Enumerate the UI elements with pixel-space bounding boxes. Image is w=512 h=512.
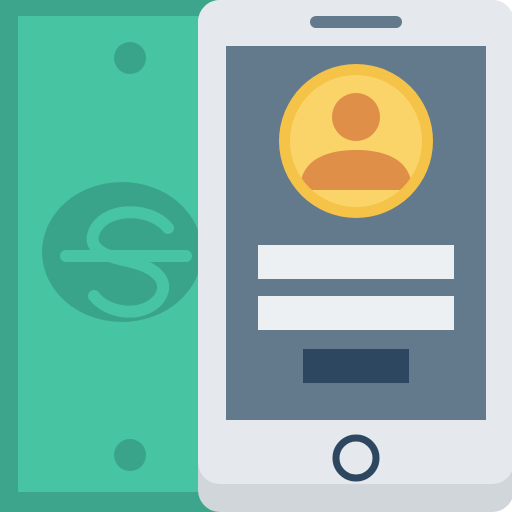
user-avatar-icon (279, 64, 433, 218)
phone-speaker (310, 16, 402, 28)
submit-button (303, 349, 409, 383)
form-field-1 (258, 245, 454, 279)
avatar-head (332, 93, 380, 141)
smartphone-icon (198, 0, 512, 512)
banknote-top-dot (114, 42, 146, 74)
banknote-icon (0, 0, 232, 512)
mobile-payment-icon (0, 0, 512, 512)
banknote-bottom-dot (114, 439, 146, 471)
mobile-payment-illustration (0, 0, 512, 512)
form-field-2 (258, 296, 454, 330)
